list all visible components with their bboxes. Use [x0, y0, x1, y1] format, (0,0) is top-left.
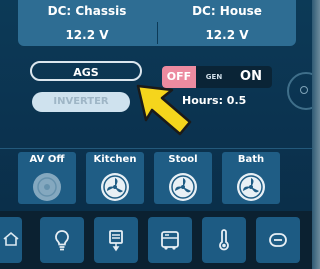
screen-bezel — [312, 0, 320, 269]
fan-tile-kitchen[interactable]: Kitchen — [86, 152, 144, 204]
section-divider — [0, 148, 312, 149]
fan-tile-av-off[interactable]: AV Off — [18, 152, 76, 204]
home-icon — [3, 231, 19, 246]
slide-icon — [269, 233, 287, 247]
nav-lights-button[interactable] — [40, 217, 84, 263]
thermometer-icon — [219, 229, 229, 251]
fan-icon — [101, 173, 129, 201]
tank-icon — [109, 230, 123, 252]
nav-climate-button[interactable] — [202, 217, 246, 263]
fan-tile-bath[interactable]: Bath — [222, 152, 280, 204]
fan-label: AV Off — [29, 154, 65, 165]
fan-icon — [237, 173, 265, 201]
fan-label: Stool — [168, 154, 198, 165]
inverter-button[interactable]: INVERTER — [32, 92, 130, 112]
side-ring-dot-icon — [300, 86, 308, 94]
generator-on-button[interactable]: ON — [230, 66, 272, 88]
yellow-arrow-icon — [136, 84, 192, 136]
fan-icon — [169, 173, 197, 201]
battery-house: DC: House 12.2 V — [158, 0, 296, 46]
battery-panel: DC: Chassis 12.2 V DC: House 12.2 V — [18, 0, 296, 46]
nav-rv-button[interactable] — [148, 217, 192, 263]
nav-home-button[interactable] — [0, 217, 22, 263]
generator-mode-label: GEN — [205, 73, 223, 81]
fan-tile-stool[interactable]: Stool — [154, 152, 212, 204]
battery-chassis: DC: Chassis 12.2 V — [18, 0, 156, 46]
fan-icon — [33, 173, 61, 201]
nav-slides-button[interactable] — [256, 217, 300, 263]
bottom-nav-bar — [0, 211, 312, 269]
lightbulb-icon — [55, 230, 69, 251]
fan-label: Bath — [237, 154, 265, 165]
fan-label: Kitchen — [93, 154, 137, 165]
battery-house-voltage: 12.2 V — [205, 28, 249, 42]
touch-panel-screen: DC: Chassis 12.2 V DC: House 12.2 V AGS … — [0, 0, 320, 269]
battery-chassis-label: DC: Chassis — [47, 4, 127, 18]
nav-tanks-button[interactable] — [94, 217, 138, 263]
battery-chassis-voltage: 12.2 V — [65, 28, 109, 42]
rv-icon — [161, 231, 179, 250]
battery-house-label: DC: House — [192, 4, 262, 18]
